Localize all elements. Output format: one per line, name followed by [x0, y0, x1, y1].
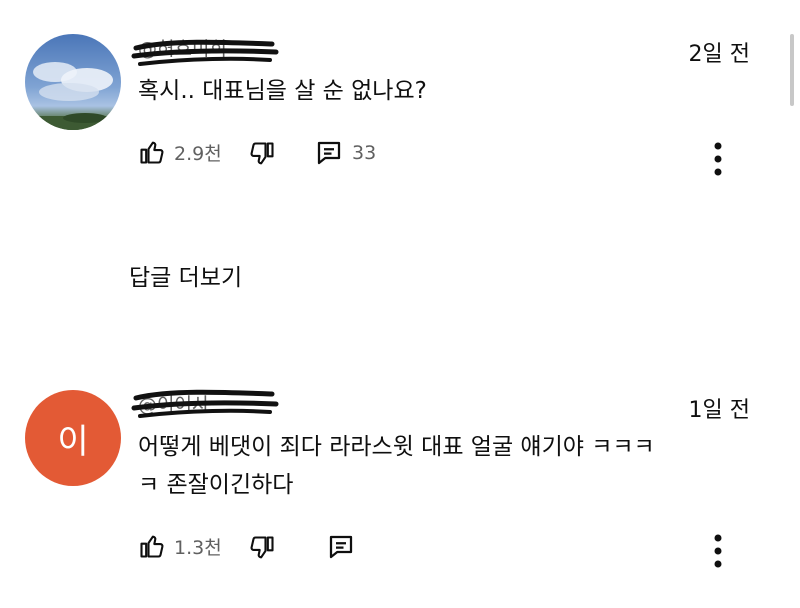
commenter-avatar[interactable]: 이	[25, 390, 121, 486]
like-count: 1.3천	[174, 536, 222, 559]
comment-actions: 1.3천	[138, 532, 778, 572]
avatar-photo	[25, 62, 121, 130]
reply-button[interactable]	[326, 532, 356, 562]
dislike-icon	[250, 536, 274, 559]
reply-count: 33	[352, 142, 377, 164]
dislike-icon	[250, 142, 274, 165]
more-options-icon[interactable]	[713, 141, 723, 177]
comment-text: 혹시.. 대표님을 살 순 없나요?	[138, 78, 427, 104]
more-options-icon[interactable]	[713, 533, 723, 569]
avatar-letter: 이	[57, 421, 89, 462]
like-button[interactable]: 2.9천	[138, 138, 222, 166]
reply-button[interactable]: 33	[314, 138, 376, 168]
like-icon	[140, 141, 164, 164]
comment-text-line-2: ㅋ 존잘이긴하다	[138, 472, 294, 498]
reply-icon	[317, 141, 341, 165]
reply-icon	[329, 535, 353, 559]
like-count: 2.9천	[174, 142, 222, 165]
like-button[interactable]: 1.3천	[138, 532, 222, 560]
dislike-button[interactable]	[248, 534, 276, 562]
redaction-scribble	[131, 39, 279, 66]
comment-timestamp: 2일 전	[688, 42, 750, 67]
dislike-button[interactable]	[248, 140, 276, 168]
like-icon	[140, 535, 164, 558]
comment-actions: 2.9천 33	[138, 138, 778, 178]
scrollbar[interactable]	[790, 34, 794, 106]
commenter-avatar[interactable]	[25, 34, 121, 130]
comment-text-line-1: 어떻게 베댓이 죄다 라라스윗 대표 얼굴 얘기야 ㅋㅋㅋ	[138, 434, 655, 460]
more-replies-link[interactable]: 답글 더보기	[129, 258, 242, 292]
comment-timestamp: 1일 전	[688, 398, 750, 423]
redaction-scribble	[131, 389, 279, 418]
